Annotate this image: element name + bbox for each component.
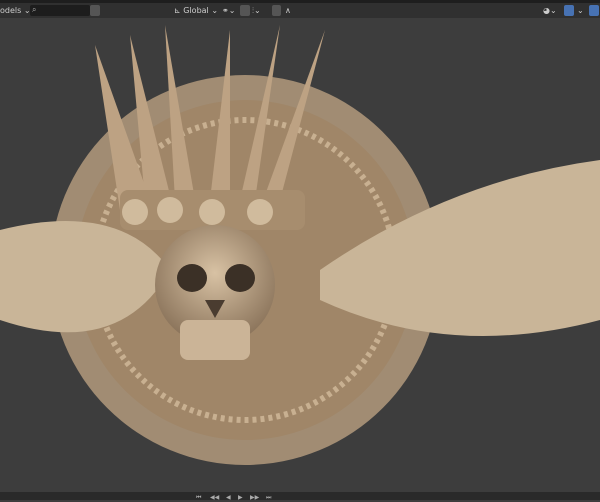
orientation-dropdown[interactable]: ⊾ Global ⌄ bbox=[174, 5, 218, 16]
jump-start-button[interactable]: ⏮ bbox=[196, 494, 201, 502]
collection-label: odels bbox=[0, 6, 22, 15]
pivot-dropdown[interactable]: ⚭⌄ bbox=[222, 5, 235, 16]
jump-end-button[interactable]: ⏭ bbox=[266, 494, 271, 502]
timeline-bar bbox=[0, 492, 600, 500]
gizmo-dropdown[interactable]: ⌄ bbox=[577, 5, 584, 16]
3d-viewport[interactable] bbox=[0, 18, 600, 492]
proportional-edit-toggle[interactable] bbox=[272, 5, 281, 16]
falloff-dropdown[interactable]: ∧ bbox=[285, 5, 291, 16]
search-icon: ⌕ bbox=[32, 5, 37, 14]
transform-icon: ⊾ bbox=[174, 6, 181, 15]
snap-dropdown[interactable]: ⫶⌄ bbox=[252, 5, 261, 16]
search-input[interactable]: ⌕ bbox=[30, 5, 90, 16]
snap-toggle[interactable] bbox=[240, 5, 250, 16]
overlay-toggle[interactable] bbox=[589, 5, 599, 16]
sculpt-model bbox=[0, 25, 600, 465]
orientation-label: Global bbox=[183, 6, 209, 15]
filter-dropdown[interactable] bbox=[90, 5, 100, 16]
collection-dropdown[interactable]: odels ⌄ bbox=[0, 5, 31, 16]
gizmo-toggle[interactable] bbox=[564, 5, 574, 16]
visibility-dropdown[interactable]: ◕⌄ bbox=[543, 5, 557, 16]
viewport-header: odels ⌄ ⌕ ⊾ Global ⌄ ⚭⌄ ⫶⌄ ∧ ◕⌄ ⌄ bbox=[0, 3, 600, 18]
